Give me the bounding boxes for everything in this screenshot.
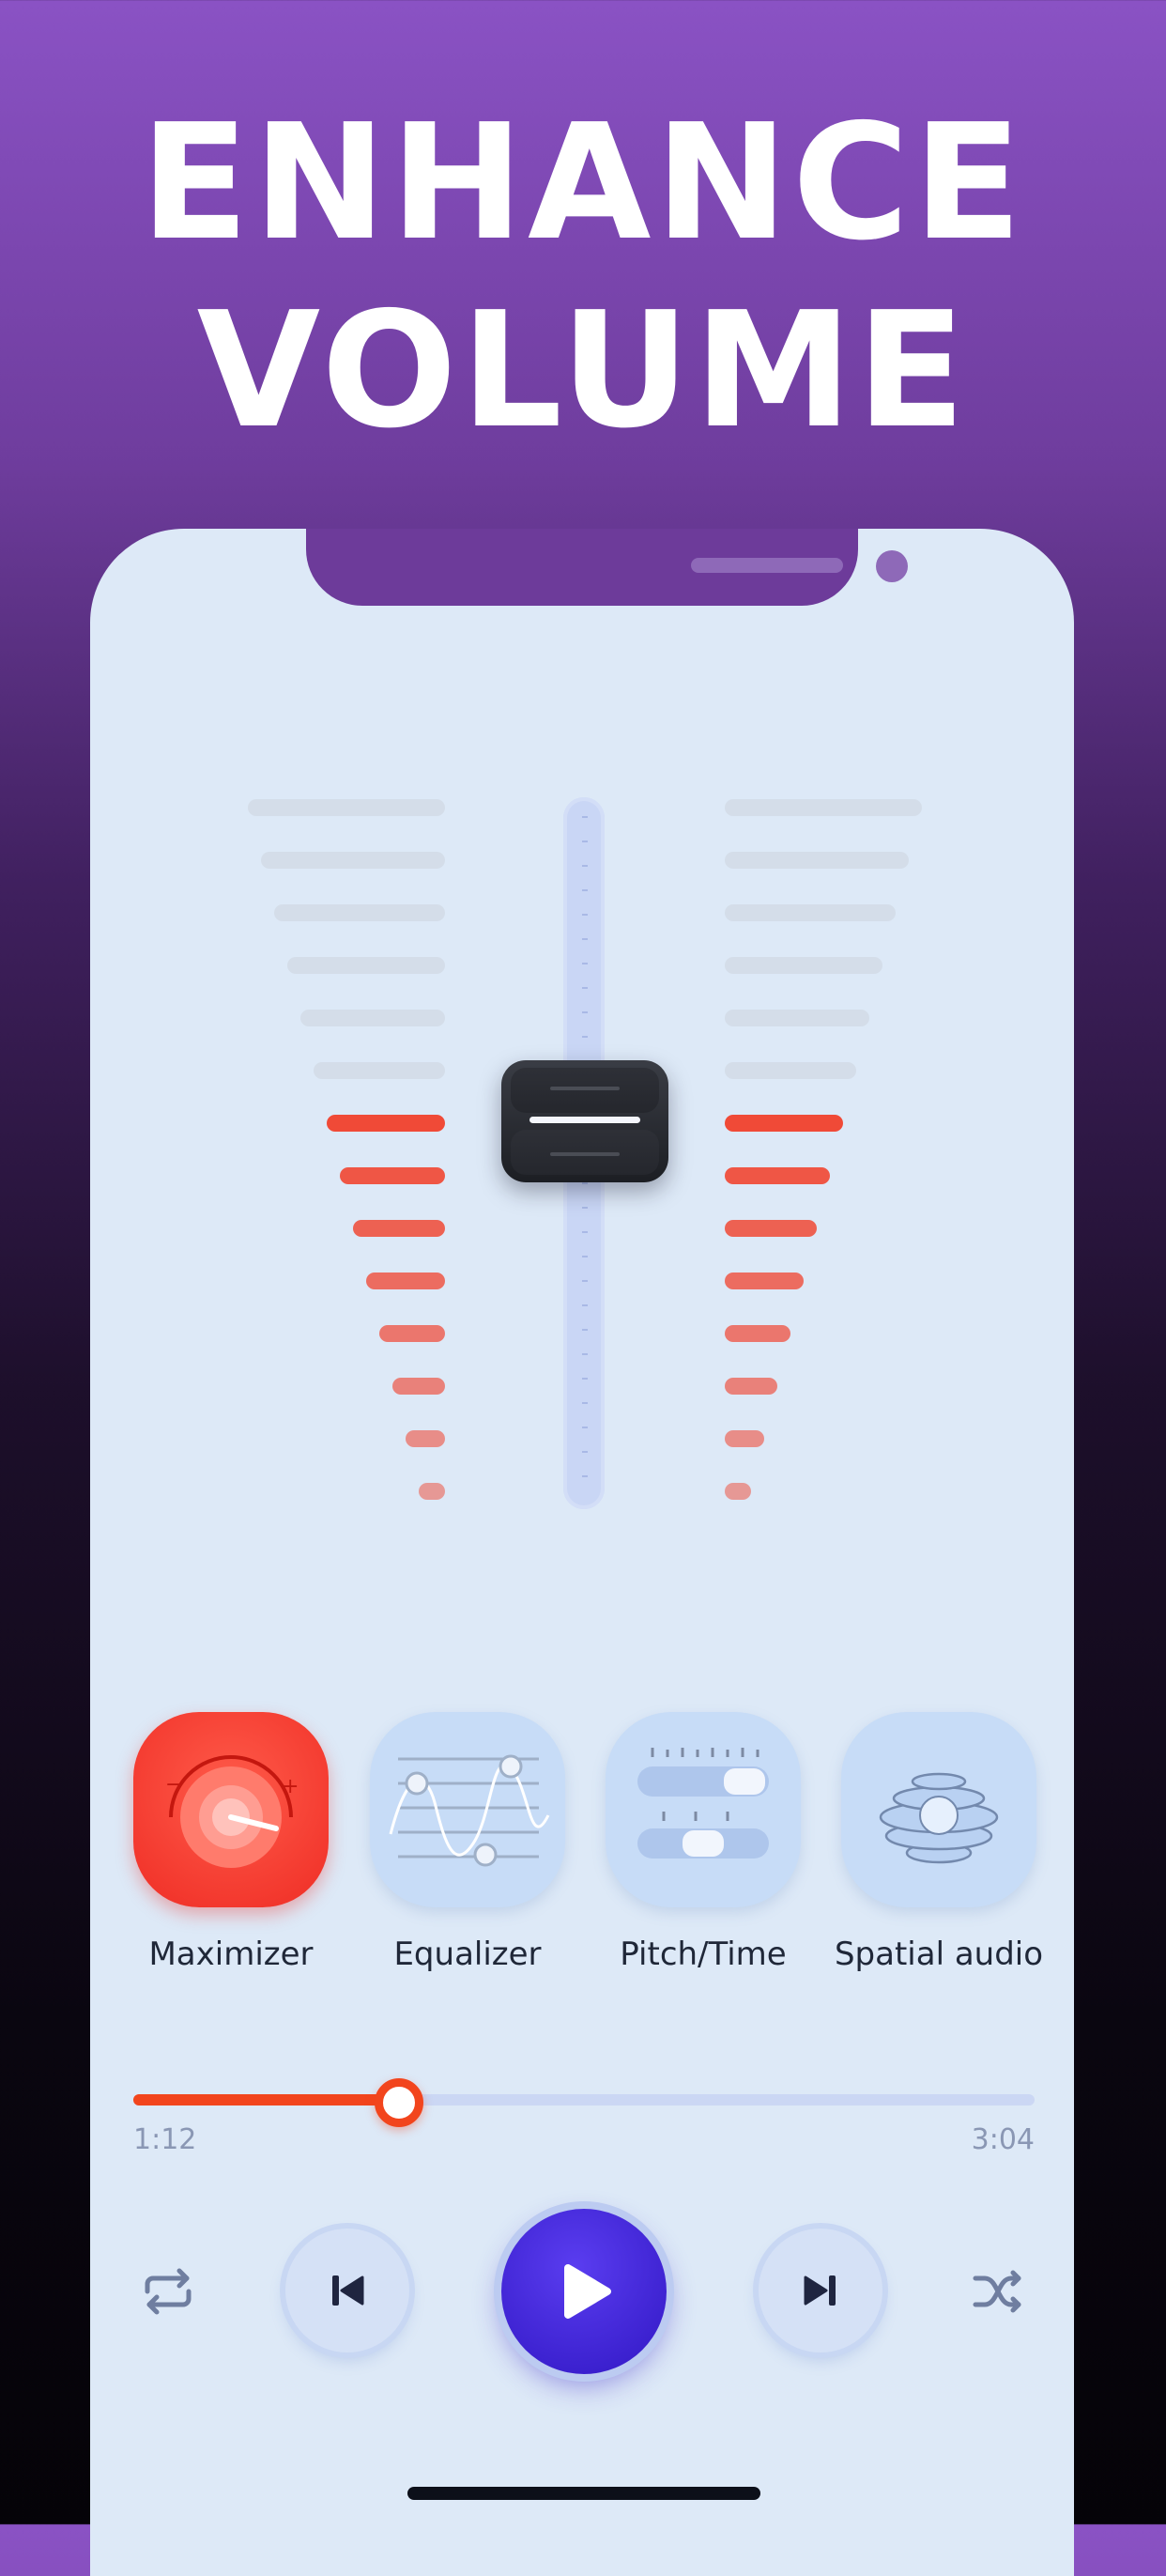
track-tick (582, 1256, 588, 1257)
meter-bar-right (725, 1167, 830, 1184)
phone-notch (306, 529, 908, 606)
track-tick (582, 1207, 588, 1209)
progress-thumb[interactable] (375, 2078, 424, 2127)
track-tick (582, 865, 588, 867)
meter-bar-left (392, 1378, 445, 1395)
meter-bar-left (379, 1325, 445, 1342)
home-indicator (407, 2487, 760, 2500)
meter-bar-right (725, 1062, 856, 1079)
maximizer-button[interactable]: − + (133, 1712, 329, 1907)
meter-bar-left (340, 1167, 445, 1184)
shuffle-icon (973, 2270, 1021, 2313)
meter-bar-left (353, 1220, 445, 1237)
spatial-rings-icon (879, 1772, 999, 1864)
front-camera-icon (876, 550, 908, 582)
meter-bar-right (725, 1220, 817, 1237)
meter-bar-left (366, 1273, 445, 1289)
track-tick (582, 1427, 588, 1428)
meter-bar-right (725, 799, 922, 816)
track-tick (582, 1353, 588, 1355)
volume-slider-knob[interactable] (501, 1060, 668, 1182)
play-button[interactable] (501, 2209, 667, 2374)
skip-previous-icon (332, 2275, 364, 2306)
progress-fill (133, 2094, 400, 2106)
meter-bar-right (725, 1378, 777, 1395)
phone-mockup: − + Maximizer Equalizer Pitch/Time Spati… (90, 529, 1074, 2576)
track-tick (582, 816, 588, 818)
svg-text:−: − (165, 1773, 182, 1797)
spatial-audio-button[interactable] (841, 1712, 1036, 1907)
meter-bar-right (725, 1115, 843, 1132)
meter-bar-right (725, 1010, 869, 1026)
elapsed-time: 1:12 (133, 2123, 197, 2156)
track-tick (582, 1231, 588, 1233)
track-tick (582, 1304, 588, 1306)
pitch-time-button[interactable] (606, 1712, 801, 1907)
track-tick (582, 1329, 588, 1331)
meter-bar-left (300, 1010, 445, 1026)
skip-next-icon (804, 2275, 836, 2306)
meter-bar-right (725, 1273, 804, 1289)
track-tick (582, 938, 588, 940)
meter-bar-left (327, 1115, 445, 1132)
track-tick (582, 914, 588, 916)
feature-label-spatial-audio: Spatial audio (834, 1936, 1044, 1973)
headline: ENHANCE VOLUME (0, 89, 1166, 465)
track-tick (582, 1475, 588, 1477)
repeat-button[interactable] (135, 2259, 201, 2324)
equalizer-curve-icon (389, 1754, 550, 1867)
track-tick (582, 1182, 588, 1184)
meter-bar-right (725, 1325, 790, 1342)
meter-bar-left (406, 1430, 445, 1447)
meter-bar-right (725, 852, 909, 869)
play-icon (564, 2264, 611, 2319)
track-tick (582, 1011, 588, 1013)
track-tick (582, 987, 588, 989)
meter-bar-left (314, 1062, 445, 1079)
track-tick (582, 1402, 588, 1404)
meter-bar-right (725, 957, 882, 974)
track-tick (582, 889, 588, 891)
pitch-sliders-icon (637, 1748, 769, 1859)
track-tick (582, 1280, 588, 1282)
meter-bar-left (419, 1483, 445, 1500)
svg-text:+: + (282, 1775, 299, 1798)
meter-bar-left (287, 957, 445, 974)
track-tick (582, 1378, 588, 1380)
next-track-button[interactable] (759, 2229, 882, 2352)
track-tick (582, 841, 588, 842)
repeat-icon (145, 2268, 192, 2315)
meter-bar-left (274, 904, 445, 921)
total-duration: 3:04 (971, 2123, 1035, 2156)
speaker-grille (691, 558, 843, 573)
headline-line-1: ENHANCE (140, 90, 1026, 276)
track-tick (582, 1036, 588, 1038)
shuffle-button[interactable] (965, 2259, 1031, 2324)
meter-bar-right (725, 1430, 764, 1447)
meter-bar-left (248, 799, 445, 816)
equalizer-button[interactable] (370, 1712, 565, 1907)
track-tick (582, 963, 588, 964)
meter-bar-right (725, 904, 896, 921)
headline-line-2: VOLUME (196, 278, 970, 464)
meter-bar-left (261, 852, 445, 869)
track-tick (582, 1451, 588, 1453)
previous-track-button[interactable] (285, 2229, 409, 2352)
maximizer-dial-icon: − + (165, 1755, 299, 1868)
meter-bar-right (725, 1483, 751, 1500)
